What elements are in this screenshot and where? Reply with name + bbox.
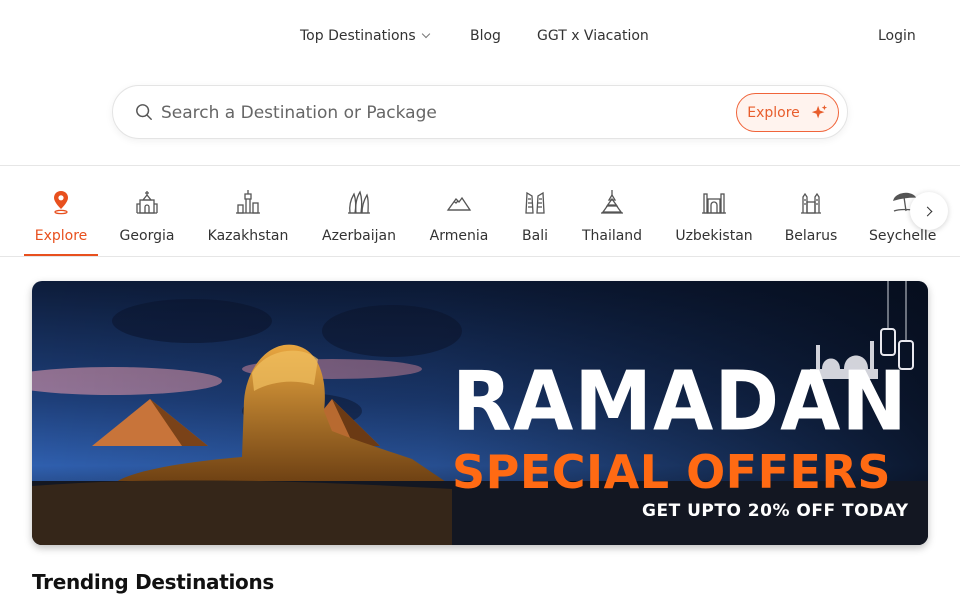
ramadan-promo-banner[interactable]: RAMADAN SPECIAL OFFERS GET UPTO 20% OFF … xyxy=(32,281,928,545)
church-icon xyxy=(136,191,158,214)
tower-icon xyxy=(236,190,260,214)
category-georgia[interactable]: Georgia xyxy=(118,188,176,256)
category-label: Kazakhstan xyxy=(207,228,289,244)
divider xyxy=(0,256,960,257)
banner-title: RAMADAN xyxy=(452,354,908,450)
category-armenia[interactable]: Armenia xyxy=(428,188,490,256)
login-link[interactable]: Login xyxy=(878,28,916,44)
category-uzbekistan[interactable]: Uzbekistan xyxy=(675,188,753,256)
trending-destinations-title: Trending Destinations xyxy=(32,570,275,594)
category-label: Azerbaijan xyxy=(322,228,396,244)
location-pin-icon xyxy=(54,191,68,215)
category-strip: Explore Georgia Kazakhstan Azerbaijan Ar… xyxy=(0,166,960,256)
mountain-icon xyxy=(446,196,472,211)
nav-ggt-viacation[interactable]: GGT x Viacation xyxy=(537,28,649,44)
search-icon xyxy=(136,104,152,120)
explore-button[interactable]: Explore xyxy=(736,93,839,132)
category-bali[interactable]: Bali xyxy=(520,188,550,256)
banner-subtitle: SPECIAL OFFERS xyxy=(452,445,891,499)
category-label: Bali xyxy=(522,228,548,244)
category-label: Belarus xyxy=(784,228,838,244)
nav-blog[interactable]: Blog xyxy=(470,28,501,44)
sparkle-icon xyxy=(811,104,827,118)
category-belarus[interactable]: Belarus xyxy=(784,188,838,256)
nav-top-destinations[interactable]: Top Destinations xyxy=(300,28,430,44)
banner-offer-text: GET UPTO 20% OFF TODAY xyxy=(642,501,909,521)
category-label: Seychelle xyxy=(869,228,937,244)
category-azerbaijan[interactable]: Azerbaijan xyxy=(321,188,397,256)
temple-gate-icon xyxy=(525,191,545,214)
pagoda-icon xyxy=(601,190,623,214)
castle-icon xyxy=(801,192,821,214)
search-bar: Explore xyxy=(112,85,848,139)
category-explore[interactable]: Explore xyxy=(24,188,98,256)
scroll-next-button[interactable] xyxy=(910,192,948,230)
explore-button-label: Explore xyxy=(747,104,800,121)
nav-top-destinations-label: Top Destinations xyxy=(300,28,416,44)
category-label: Armenia xyxy=(429,228,489,244)
category-label: Explore xyxy=(34,228,88,244)
category-label: Georgia xyxy=(119,228,175,244)
search-input[interactable] xyxy=(161,98,721,128)
chevron-down-icon xyxy=(421,29,430,39)
top-navigation: Top Destinations Blog GGT x Viacation Lo… xyxy=(0,0,960,74)
flame-towers-icon xyxy=(348,190,370,214)
category-kazakhstan[interactable]: Kazakhstan xyxy=(207,188,289,256)
chevron-right-icon xyxy=(922,206,933,216)
category-thailand[interactable]: Thailand xyxy=(581,188,643,256)
category-label: Thailand xyxy=(581,228,643,244)
mosque-icon xyxy=(702,193,726,214)
category-label: Uzbekistan xyxy=(675,228,753,244)
